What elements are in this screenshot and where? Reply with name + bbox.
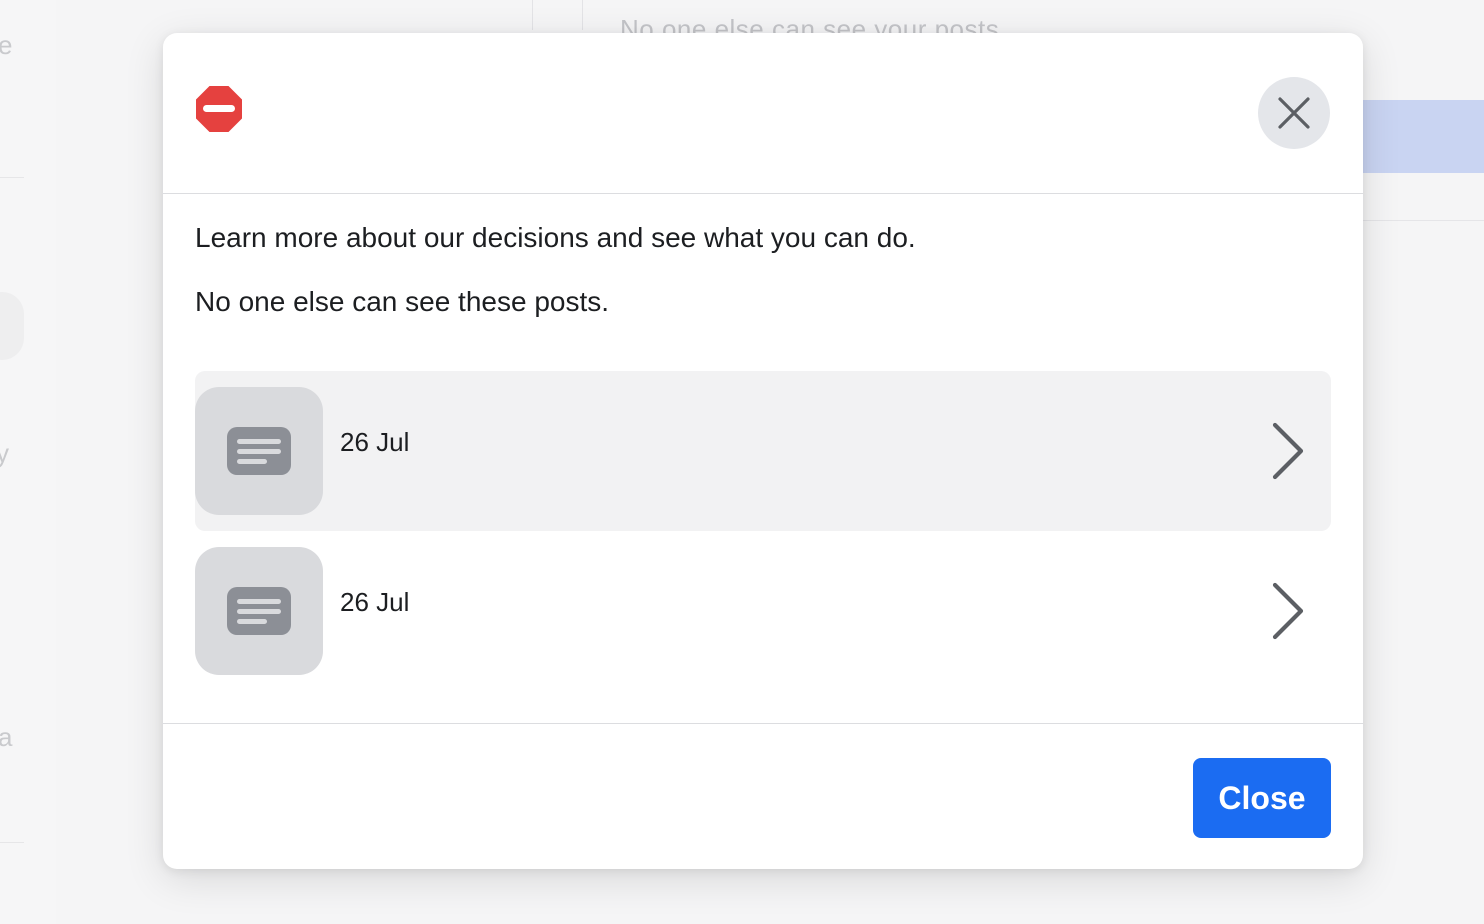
post-date: 26 Jul (340, 587, 410, 617)
close-button[interactable]: Close (1193, 758, 1331, 838)
text-post-icon (227, 587, 291, 635)
background-divider (0, 842, 24, 843)
dialog-close-x-button[interactable] (1258, 77, 1330, 149)
post-thumbnail (195, 387, 323, 515)
dialog-body: Learn more about our decisions and see w… (163, 194, 1363, 724)
intro-text: Learn more about our decisions and see w… (195, 222, 916, 253)
intro-text: No one else can see these posts. (195, 286, 610, 317)
post-list-item[interactable]: 26 Jul (195, 531, 1331, 691)
background-divider (532, 0, 533, 30)
post-date: 26 Jul (340, 427, 410, 457)
background-text-fragment: e (0, 30, 13, 60)
text-post-icon (227, 427, 291, 475)
background-divider (1360, 220, 1484, 221)
stop-sign-icon (196, 86, 242, 132)
post-thumbnail (195, 547, 323, 675)
background-text-fragment: y (0, 438, 9, 468)
post-decisions-dialog: Learn more about our decisions and see w… (163, 33, 1363, 869)
background-divider (0, 177, 24, 178)
background-bubble (0, 292, 24, 360)
background-divider (582, 0, 583, 30)
chevron-right-icon (1272, 422, 1304, 480)
dialog-footer: Close (163, 724, 1363, 869)
background-left-column: e y a (0, 0, 56, 924)
chevron-right-icon (1272, 582, 1304, 640)
background-text-fragment: a (0, 722, 13, 752)
close-icon (1278, 97, 1310, 129)
dialog-header (163, 33, 1363, 194)
post-list-item[interactable]: 26 Jul (195, 371, 1331, 531)
